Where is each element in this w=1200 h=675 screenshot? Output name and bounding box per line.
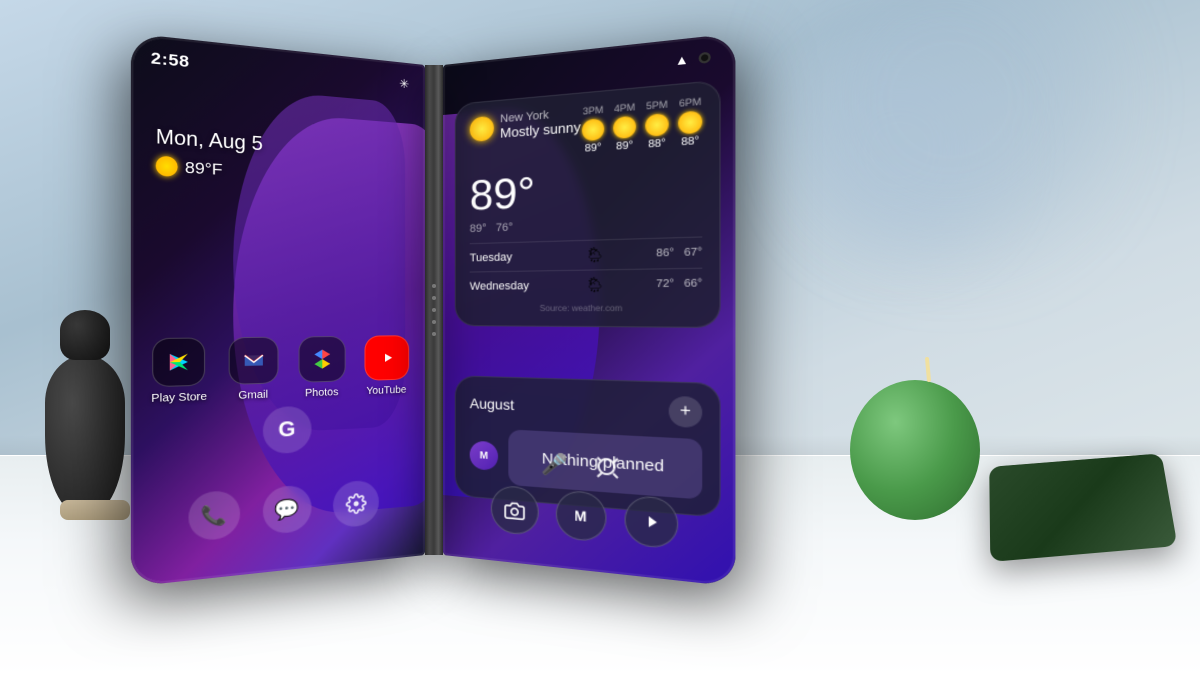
weather-source: Source: weather.com	[470, 303, 703, 313]
app-photos[interactable]: Photos	[298, 336, 345, 400]
hourly-4pm: 4PM 89°	[613, 102, 636, 153]
calendar-header: August +	[470, 389, 703, 428]
messages-dock-right-icon[interactable]: M	[555, 490, 606, 543]
microphone-icon[interactable]: 🎤	[541, 451, 568, 484]
right-screen: ▲ New York Mostly sunny 3PM	[443, 33, 735, 587]
sun-icon-4pm	[613, 116, 636, 139]
settings-dock-icon[interactable]	[332, 479, 378, 528]
status-time: 2:58	[151, 49, 190, 72]
vase-body	[45, 355, 125, 515]
left-screen: 2:58 ✳ Mon, Aug 5 89°F	[131, 33, 425, 587]
sun-icon	[156, 156, 178, 177]
youtube-label: YouTube	[366, 385, 406, 398]
date-display: Mon, Aug 5	[156, 125, 263, 155]
status-asterisk: ✳	[399, 76, 409, 91]
hinge-dot	[432, 296, 436, 300]
hourly-3pm: 3PM 89°	[582, 104, 604, 155]
camera-cutout	[699, 52, 711, 64]
bottom-dock-left: 📞 💬	[131, 476, 425, 547]
vase-neck	[60, 310, 110, 360]
sun-icon-3pm	[582, 118, 604, 141]
coaster	[60, 500, 130, 520]
weather-widget: New York Mostly sunny 3PM 89° 4PM	[455, 80, 721, 328]
tuesday-row: Tuesday 🌦 86° 67°	[470, 236, 703, 271]
google-icon: G	[262, 406, 311, 455]
camera-dock-icon[interactable]	[490, 485, 538, 537]
flat-phone	[989, 453, 1177, 562]
hinge-dot	[432, 308, 436, 312]
hinge-dot	[432, 320, 436, 324]
calendar-add-button[interactable]: +	[669, 396, 703, 428]
youtube-icon	[364, 335, 409, 381]
sun-icon-6pm	[678, 110, 702, 134]
photos-icon	[298, 336, 345, 383]
hourly-forecast: 3PM 89° 4PM 89° 5PM 88°	[582, 96, 702, 155]
hourly-6pm: 6PM 88°	[678, 96, 702, 149]
play-store-icon	[153, 337, 206, 387]
wednesday-row: Wednesday 🌦 72° 66°	[470, 268, 703, 300]
calendar-month: August	[470, 395, 514, 413]
temp-display: 89°F	[156, 156, 263, 182]
date-section: Mon, Aug 5 89°F	[156, 125, 263, 181]
phone-right-panel: ▲ New York Mostly sunny 3PM	[443, 33, 735, 587]
phone-left-panel: 2:58 ✳ Mon, Aug 5 89°F	[131, 33, 425, 587]
wifi-icon: ▲	[675, 52, 689, 69]
app-youtube[interactable]: YouTube	[364, 335, 409, 397]
lens-icon[interactable]	[594, 454, 621, 488]
gmail-icon	[228, 337, 278, 385]
google-search[interactable]: G	[262, 406, 311, 455]
vase-decoration	[30, 315, 140, 515]
messages-dock-icon[interactable]: 💬	[262, 484, 311, 535]
gmail-label: Gmail	[238, 389, 268, 402]
youtube-dock-right-icon[interactable]	[624, 495, 678, 550]
play-store-label: Play Store	[151, 391, 207, 405]
weather-temp-large: 89°	[470, 161, 703, 217]
hourly-5pm: 5PM 88°	[645, 99, 668, 151]
hinge-dot	[432, 284, 436, 288]
app-gmail[interactable]: Gmail	[228, 337, 278, 403]
weather-top-row: New York Mostly sunny 3PM 89° 4PM	[470, 96, 703, 170]
app-play-store[interactable]: Play Store	[151, 337, 207, 405]
weather-sun-icon	[470, 115, 494, 141]
phone-dock-icon[interactable]: 📞	[188, 490, 240, 542]
green-candle	[850, 380, 980, 520]
hinge-dot	[432, 332, 436, 336]
weather-location-text: New York Mostly sunny	[500, 106, 581, 141]
sun-icon-5pm	[645, 113, 668, 137]
foldable-phone: 2:58 ✳ Mon, Aug 5 89°F	[160, 65, 740, 555]
app-icons-row: Play Store Gmail	[131, 335, 425, 406]
photos-label: Photos	[305, 387, 338, 400]
weather-location-group: New York Mostly sunny	[470, 106, 581, 143]
phone-hinge	[425, 65, 443, 555]
